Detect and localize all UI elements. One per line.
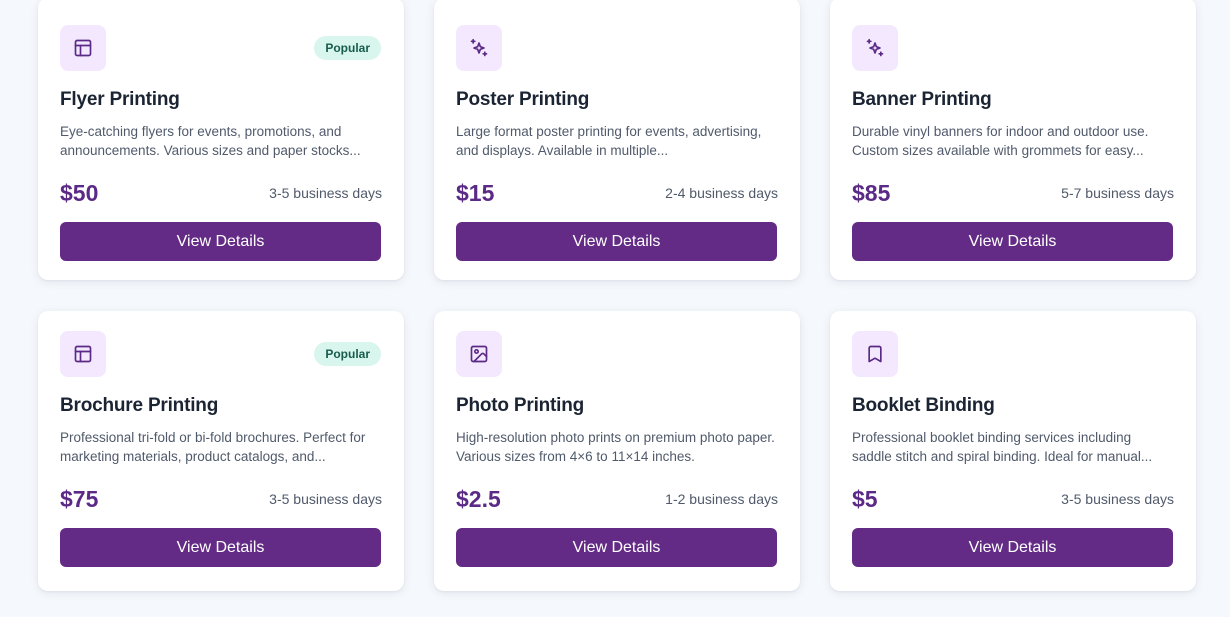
- view-details-button[interactable]: View Details: [852, 222, 1173, 261]
- price-row: $75 3-5 business days: [60, 484, 382, 514]
- service-title: Poster Printing: [456, 89, 590, 110]
- view-details-button[interactable]: View Details: [60, 528, 381, 567]
- view-details-button[interactable]: View Details: [60, 222, 381, 261]
- bookmark-icon: [852, 331, 898, 377]
- card-header: Popular: [60, 331, 382, 377]
- service-card-booklet: Booklet Binding Professional booklet bin…: [830, 311, 1196, 591]
- service-card-poster: Poster Printing Large format poster prin…: [434, 0, 800, 280]
- turnaround-time: 1-2 business days: [665, 491, 778, 507]
- turnaround-time: 5-7 business days: [1061, 185, 1174, 201]
- service-card-banner: Banner Printing Durable vinyl banners fo…: [830, 0, 1196, 280]
- service-title: Photo Printing: [456, 395, 585, 416]
- price-row: $50 3-5 business days: [60, 178, 382, 208]
- sparkles-icon: [852, 25, 898, 71]
- view-details-button[interactable]: View Details: [852, 528, 1173, 567]
- services-grid: Popular Flyer Printing Eye-catching flye…: [0, 0, 1230, 617]
- service-price: $5: [852, 485, 878, 512]
- card-header: [456, 331, 778, 377]
- layout-icon: [60, 331, 106, 377]
- card-header: [456, 25, 778, 71]
- popular-badge: Popular: [314, 342, 381, 366]
- card-header: [852, 25, 1174, 71]
- service-price: $15: [456, 179, 495, 206]
- service-description: Large format poster printing for events,…: [456, 124, 762, 158]
- turnaround-time: 3-5 business days: [269, 185, 382, 201]
- sparkles-icon: [456, 25, 502, 71]
- turnaround-time: 3-5 business days: [1061, 491, 1174, 507]
- price-row: $85 5-7 business days: [852, 178, 1174, 208]
- service-price: $75: [60, 485, 99, 512]
- popular-badge: Popular: [314, 36, 381, 60]
- card-header: [852, 331, 1174, 377]
- service-title: Booklet Binding: [852, 395, 995, 416]
- service-description: Professional booklet binding services in…: [852, 430, 1153, 464]
- service-card-photo: Photo Printing High-resolution photo pri…: [434, 311, 800, 591]
- service-title: Brochure Printing: [60, 395, 219, 416]
- view-details-button[interactable]: View Details: [456, 222, 777, 261]
- price-row: $5 3-5 business days: [852, 484, 1174, 514]
- service-card-flyer: Popular Flyer Printing Eye-catching flye…: [38, 0, 404, 280]
- service-price: $50: [60, 179, 99, 206]
- image-icon: [456, 331, 502, 377]
- layout-icon: [60, 25, 106, 71]
- service-description: Eye-catching flyers for events, promotio…: [60, 124, 361, 158]
- card-header: Popular: [60, 25, 382, 71]
- turnaround-time: 3-5 business days: [269, 491, 382, 507]
- turnaround-time: 2-4 business days: [665, 185, 778, 201]
- service-description: High-resolution photo prints on premium …: [456, 430, 775, 464]
- service-description: Durable vinyl banners for indoor and out…: [852, 124, 1149, 158]
- price-row: $15 2-4 business days: [456, 178, 778, 208]
- service-card-brochure: Popular Brochure Printing Professional t…: [38, 311, 404, 591]
- service-title: Flyer Printing: [60, 89, 180, 110]
- service-title: Banner Printing: [852, 89, 992, 110]
- service-price: $2.5: [456, 485, 501, 512]
- view-details-button[interactable]: View Details: [456, 528, 777, 567]
- price-row: $2.5 1-2 business days: [456, 484, 778, 514]
- service-description: Professional tri-fold or bi-fold brochur…: [60, 430, 366, 464]
- service-price: $85: [852, 179, 891, 206]
